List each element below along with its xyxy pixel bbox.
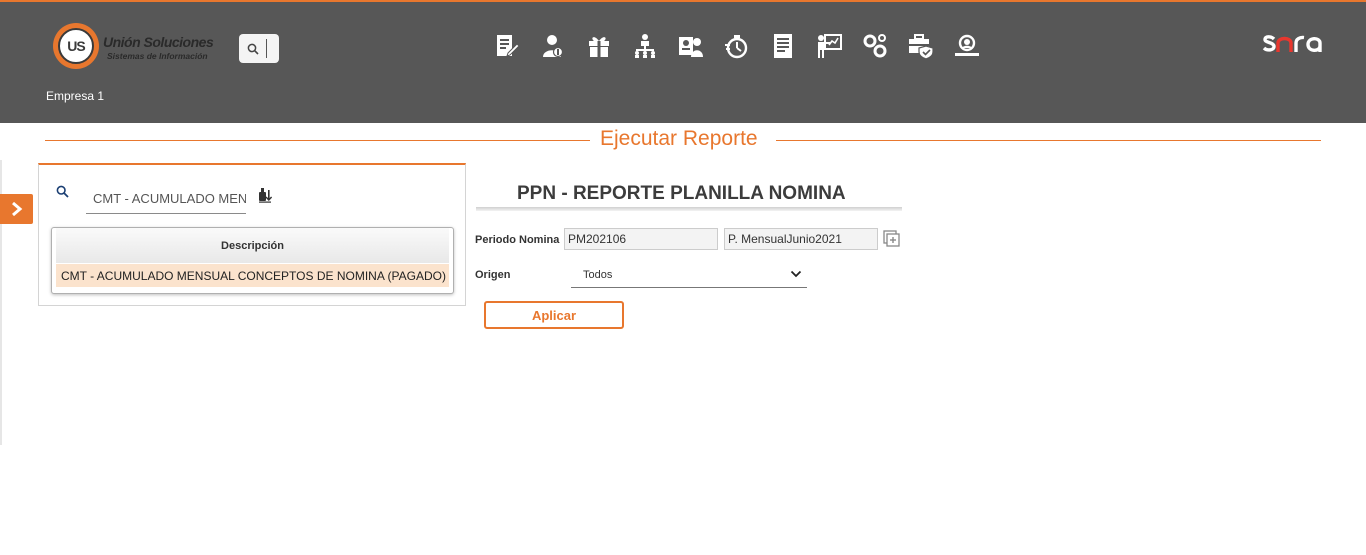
report-search-panel: Descripción CMT - ACUMULADO MENSUAL CONC… xyxy=(38,163,466,306)
logo-inner: US xyxy=(58,28,94,64)
origen-selected-value: Todos xyxy=(583,268,613,281)
search-icon xyxy=(247,43,259,55)
app-header: US Unión Soluciones Sistemas de Informac… xyxy=(0,0,1366,123)
apply-button[interactable]: Aplicar xyxy=(484,301,624,329)
sidebar-toggle-button[interactable] xyxy=(0,194,33,224)
org-chart-icon[interactable] xyxy=(630,32,676,60)
sara-brand-logo xyxy=(1262,35,1322,53)
title-divider-left xyxy=(45,140,590,141)
chevron-down-icon xyxy=(790,270,802,278)
report-list-icon[interactable] xyxy=(768,32,814,60)
table-row[interactable]: CMT - ACUMULADO MENSUAL CONCEPTOS DE NOM… xyxy=(56,264,449,287)
gears-icon[interactable] xyxy=(860,32,906,60)
period-lookup-icon[interactable] xyxy=(883,230,901,248)
table-header-descripcion[interactable]: Descripción xyxy=(56,228,449,263)
company-name[interactable]: Empresa 1 xyxy=(46,89,104,103)
document-edit-icon[interactable] xyxy=(492,32,538,60)
clear-filter-icon[interactable] xyxy=(256,187,272,203)
periodo-name-field[interactable]: P. MensualJunio2021 xyxy=(724,228,878,250)
user-money-icon[interactable] xyxy=(538,32,584,60)
presentation-icon[interactable] xyxy=(814,32,860,60)
stopwatch-icon[interactable] xyxy=(722,32,768,60)
logo-name: Unión Soluciones xyxy=(103,34,214,50)
briefcase-shield-icon[interactable] xyxy=(906,32,952,60)
global-search-button[interactable] xyxy=(239,34,279,63)
logo-circle: US xyxy=(53,23,99,69)
report-title: PPN - REPORTE PLANILLA NOMINA xyxy=(517,183,846,204)
page-title: Ejecutar Reporte xyxy=(600,127,758,150)
search-cursor xyxy=(266,39,267,58)
id-card-icon[interactable] xyxy=(676,32,722,60)
report-results-table: Descripción CMT - ACUMULADO MENSUAL CONC… xyxy=(51,227,454,294)
gift-icon[interactable] xyxy=(584,32,630,60)
user-search-icon[interactable] xyxy=(952,32,998,60)
report-search-input[interactable] xyxy=(86,184,246,214)
company-logo[interactable]: US Unión Soluciones Sistemas de Informac… xyxy=(53,23,223,69)
module-nav xyxy=(492,32,998,60)
chevron-right-icon xyxy=(11,202,22,216)
periodo-code-field[interactable]: PM202106 xyxy=(564,228,718,250)
logo-mark: US xyxy=(67,38,85,54)
origen-select[interactable]: Todos xyxy=(571,262,807,288)
logo-tagline: Sistemas de Información xyxy=(107,51,208,61)
search-icon[interactable] xyxy=(56,185,69,198)
origen-label: Origen xyxy=(475,269,511,281)
periodo-label: Periodo Nomina xyxy=(475,234,560,246)
report-title-underline xyxy=(476,207,902,211)
title-divider-right xyxy=(776,140,1321,141)
